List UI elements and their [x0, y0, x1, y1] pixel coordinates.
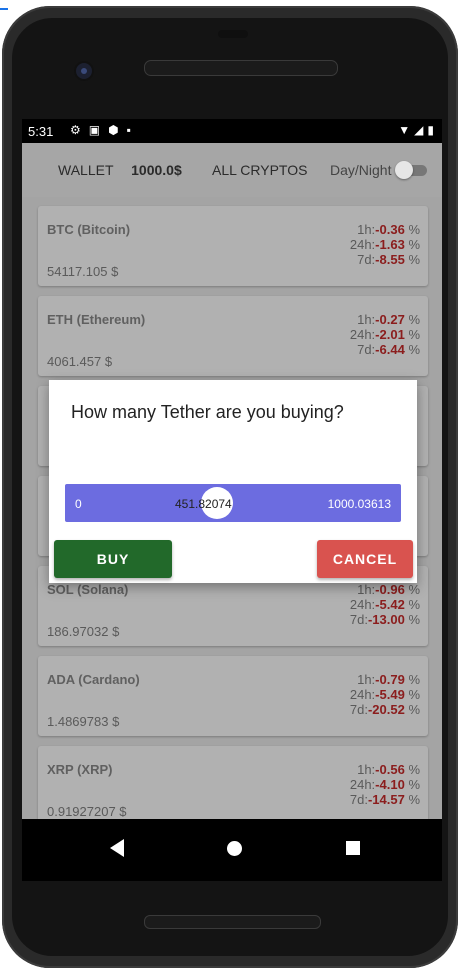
status-system-icons: ▼ ◢ ▮: [398, 123, 434, 137]
signal-icon: ◢: [414, 123, 424, 137]
change-24h: 24h:-5.42 %: [349, 597, 420, 612]
crypto-name: SOL (Solana): [47, 582, 129, 597]
sd-card-icon: ▪: [126, 123, 131, 137]
change-24h: 24h:-5.49 %: [349, 687, 420, 702]
status-notification-icons: ⚙ ▣ ⬢ ▪: [70, 123, 131, 137]
change-7d: 7d:-6.44 %: [357, 342, 420, 357]
amount-slider[interactable]: 0 451.82074 1000.03613: [65, 484, 401, 522]
change-1h: 1h:-0.96 %: [357, 582, 420, 597]
status-bar: 5:31 ⚙ ▣ ⬢ ▪ ▼ ◢ ▮: [22, 119, 442, 143]
slider-max: 1000.03613: [327, 497, 391, 511]
change-1h: 1h:-0.79 %: [357, 672, 420, 687]
bottom-speaker: [144, 915, 321, 929]
sensor: [218, 30, 248, 38]
wallet-tab[interactable]: WALLET 1000.0$: [58, 162, 182, 178]
crypto-price: 1.4869783 $: [47, 714, 120, 729]
crypto-name: XRP (XRP): [47, 762, 113, 777]
cancel-button[interactable]: CANCEL: [317, 540, 413, 578]
daynight-toggle[interactable]: [395, 161, 429, 179]
tab-indicator: [0, 8, 8, 10]
sim-card-icon: ▣: [88, 123, 101, 137]
earpiece-speaker: [144, 60, 338, 76]
back-icon[interactable]: [110, 839, 124, 857]
crypto-price: 0.91927207 $: [47, 804, 127, 819]
change-7d: 7d:-14.57 %: [349, 792, 420, 807]
crypto-price: 186.97032 $: [47, 624, 120, 639]
change-24h: 24h:-4.10 %: [349, 777, 420, 792]
toggle-knob: [395, 161, 413, 179]
change-7d: 7d:-8.55 %: [357, 252, 420, 267]
dialog-question: How many Tether are you buying?: [71, 402, 344, 422]
wifi-icon: ▼: [398, 123, 411, 137]
navigation-bar: [22, 819, 442, 881]
crypto-price: 4061.457 $: [47, 354, 113, 369]
wallet-amount: 1000.0$: [131, 162, 182, 178]
change-24h: 24h:-1.63 %: [349, 237, 420, 252]
slider-min: 0: [75, 497, 82, 511]
crypto-price: 54117.105 $: [47, 264, 119, 279]
change-1h: 1h:-0.56 %: [357, 762, 420, 777]
status-time: 5:31: [28, 124, 54, 139]
slider-value: 451.82074: [175, 497, 232, 511]
crypto-card-btc[interactable]: BTC (Bitcoin) 54117.105 $ 1h:-0.36 % 24h…: [38, 206, 428, 286]
change-7d: 7d:-13.00 %: [349, 612, 420, 627]
front-camera-icon: [76, 63, 92, 79]
buy-dialog: How many Tether are you buying? 0 451.82…: [49, 380, 417, 583]
recents-icon[interactable]: [346, 841, 360, 855]
crypto-name: ETH (Ethereum): [47, 312, 146, 327]
crypto-card-eth[interactable]: ETH (Ethereum) 4061.457 $ 1h:-0.27 % 24h…: [38, 296, 428, 376]
wallet-label: WALLET: [58, 162, 114, 178]
shield-icon: ⬢: [108, 123, 119, 137]
settings-gear-icon: ⚙: [70, 123, 81, 137]
change-1h: 1h:-0.36 %: [357, 222, 420, 237]
app-bar: WALLET 1000.0$ ALL CRYPTOS Day/Night: [22, 143, 442, 197]
all-cryptos-tab[interactable]: ALL CRYPTOS: [212, 162, 307, 178]
change-24h: 24h:-2.01 %: [349, 327, 420, 342]
home-icon[interactable]: [227, 841, 242, 856]
battery-icon: ▮: [427, 123, 434, 137]
crypto-name: BTC (Bitcoin): [47, 222, 131, 237]
crypto-card-ada[interactable]: ADA (Cardano) 1.4869783 $ 1h:-0.79 % 24h…: [38, 656, 428, 736]
crypto-card-xrp[interactable]: XRP (XRP) 0.91927207 $ 1h:-0.56 % 24h:-4…: [38, 746, 428, 826]
daynight-label: Day/Night: [330, 162, 392, 178]
change-1h: 1h:-0.27 %: [357, 312, 420, 327]
crypto-name: ADA (Cardano): [47, 672, 140, 687]
buy-button[interactable]: BUY: [54, 540, 172, 578]
change-7d: 7d:-20.52 %: [349, 702, 420, 717]
